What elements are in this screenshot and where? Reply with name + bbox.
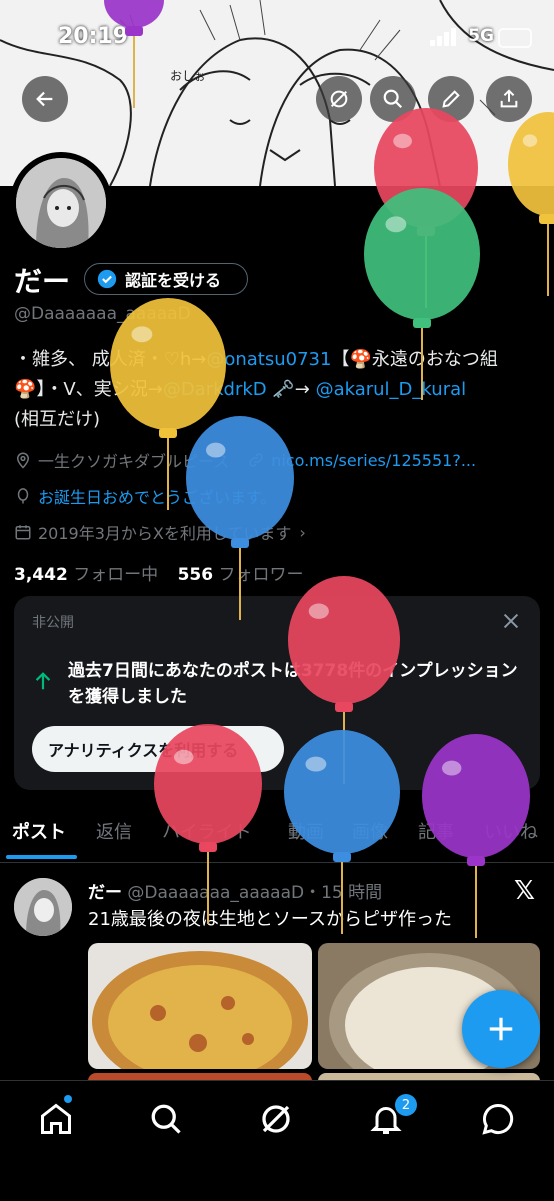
- verify-label: 認証を受ける: [125, 271, 222, 290]
- signal-icon: [430, 28, 456, 46]
- profile-meta-row-3[interactable]: 2019年3月からXを利用しています ›: [14, 520, 306, 544]
- tab-posts[interactable]: ポスト: [12, 818, 66, 844]
- tab-articles[interactable]: 記事: [418, 818, 454, 844]
- follow-stats: 3,442 フォロー中 556 フォロワー: [14, 560, 304, 585]
- profile-birthday: お誕生日おめでとうございます。: [38, 488, 277, 507]
- profile-handle: @Daaaaaaa_aaaaaD: [14, 304, 191, 324]
- followers-count: 556: [177, 565, 214, 585]
- profile-avatar[interactable]: [10, 152, 112, 254]
- bio-mention-onatsu[interactable]: @onatsu0731: [206, 349, 331, 370]
- compose-button[interactable]: [462, 990, 540, 1068]
- plus-icon: [489, 1017, 513, 1041]
- analytics-card: 非公開 過去7日間にあなたのポストは3778件のインプレッションを獲得しました …: [14, 596, 540, 790]
- followers-label: フォロワー: [218, 565, 304, 585]
- profile-website[interactable]: nico.ms/series/125551?...: [271, 451, 476, 470]
- profile-joined: 2019年3月からXを利用しています: [38, 524, 292, 543]
- post-photo-1[interactable]: [88, 943, 312, 1069]
- trend-up-icon: [35, 672, 51, 690]
- network-type: 5G: [468, 26, 494, 46]
- bio-mention-akarul[interactable]: @akarul_D_kural: [316, 379, 467, 400]
- home-unread-dot: [64, 1095, 72, 1103]
- balloon-icon: [17, 488, 29, 504]
- bio-mention-darkdrk[interactable]: @DarkdrkD: [163, 379, 267, 400]
- analytics-message-pre: 過去7日間にあなたのポストは: [68, 661, 301, 681]
- search-icon: [383, 89, 403, 109]
- profile-meta-row-2: お誕生日おめでとうございます。: [14, 484, 276, 508]
- profile-bio: ・雑多、 成人済・♡h→@onatsu0731【🍄永遠のおなつ組🍄】・V、実シ況…: [14, 345, 544, 435]
- location-icon: [16, 452, 30, 469]
- share-button[interactable]: [486, 76, 532, 122]
- link-icon: [249, 453, 263, 467]
- private-label: 非公開: [32, 615, 74, 631]
- post-author-name[interactable]: だー: [88, 883, 122, 903]
- share-icon: [500, 89, 518, 108]
- tab-media[interactable]: 画像: [352, 818, 388, 844]
- chevron-right-icon: ›: [299, 522, 306, 542]
- status-time: 20:19: [58, 24, 129, 49]
- back-button[interactable]: [22, 76, 68, 122]
- bio-text-1: ・雑多、 成人済・♡h→: [14, 349, 207, 370]
- analytics-message: 過去7日間にあなたのポストは3778件のインプレッションを獲得しました: [68, 658, 528, 710]
- post-text: 21歳最後の夜は生地とソースからピザ作った: [88, 909, 453, 930]
- pencil-icon: [442, 90, 460, 108]
- tab-videos[interactable]: 動画: [288, 818, 324, 844]
- x-logo-icon: 𝕏: [514, 876, 535, 906]
- balloon: [186, 416, 294, 620]
- profile-tabs: ポスト 返信 ハイライト 動画 画像 記事 いいね: [0, 812, 554, 863]
- active-tab-indicator: [6, 855, 77, 859]
- notifications-badge: 2: [395, 1094, 417, 1116]
- bottom-navigation: [0, 1080, 554, 1201]
- verified-badge-icon: [97, 269, 117, 289]
- messages-icon[interactable]: [480, 1101, 516, 1137]
- impression-count: 3778件: [300, 661, 366, 681]
- calendar-icon: [15, 525, 31, 540]
- profile-name: だー: [14, 265, 71, 298]
- bio-text-4: (相互だけ): [14, 409, 101, 430]
- grok-nav-icon[interactable]: [258, 1101, 294, 1137]
- back-arrow-icon: [36, 91, 53, 107]
- bio-text-3: 🗝️→: [266, 379, 316, 400]
- post-header: だー @Daaaaaaa_aaaaaD・15 時間: [88, 878, 382, 903]
- edit-button[interactable]: [428, 76, 474, 122]
- svg-text:おしぉ: おしぉ: [170, 69, 206, 83]
- home-icon[interactable]: [38, 1101, 74, 1137]
- following-count: 3,442: [14, 565, 68, 585]
- tab-likes[interactable]: いいね: [484, 818, 538, 844]
- verify-button[interactable]: 認証を受ける: [84, 263, 248, 295]
- post-time: ・15 時間: [304, 883, 383, 903]
- grok-button[interactable]: [316, 76, 362, 122]
- avatar-illustration: [16, 158, 106, 248]
- search-nav-icon[interactable]: [148, 1101, 184, 1137]
- following-link[interactable]: 3,442 フォロー中: [14, 565, 158, 585]
- post-author-handle[interactable]: @Daaaaaaa_aaaaaD: [127, 883, 304, 903]
- grok-icon: [330, 90, 348, 108]
- following-label: フォロー中: [73, 565, 159, 585]
- profile-meta-row-1: 一生クソガキダブルピース nico.ms/series/125551?...: [14, 448, 476, 472]
- pizza-photo: [88, 943, 312, 1069]
- tab-highlights[interactable]: ハイライト: [162, 818, 252, 844]
- tab-replies[interactable]: 返信: [96, 818, 132, 844]
- post-avatar-illustration: [14, 878, 72, 936]
- followers-link[interactable]: 556 フォロワー: [178, 565, 304, 585]
- analytics-button[interactable]: アナリティクスを利用する: [32, 726, 284, 772]
- close-icon[interactable]: [500, 610, 522, 632]
- post-avatar[interactable]: [14, 878, 72, 936]
- search-button[interactable]: [370, 76, 416, 122]
- profile-location: 一生クソガキダブルピース: [38, 452, 230, 471]
- battery-icon: [498, 28, 532, 48]
- status-bar: 20:19 5G: [0, 20, 554, 56]
